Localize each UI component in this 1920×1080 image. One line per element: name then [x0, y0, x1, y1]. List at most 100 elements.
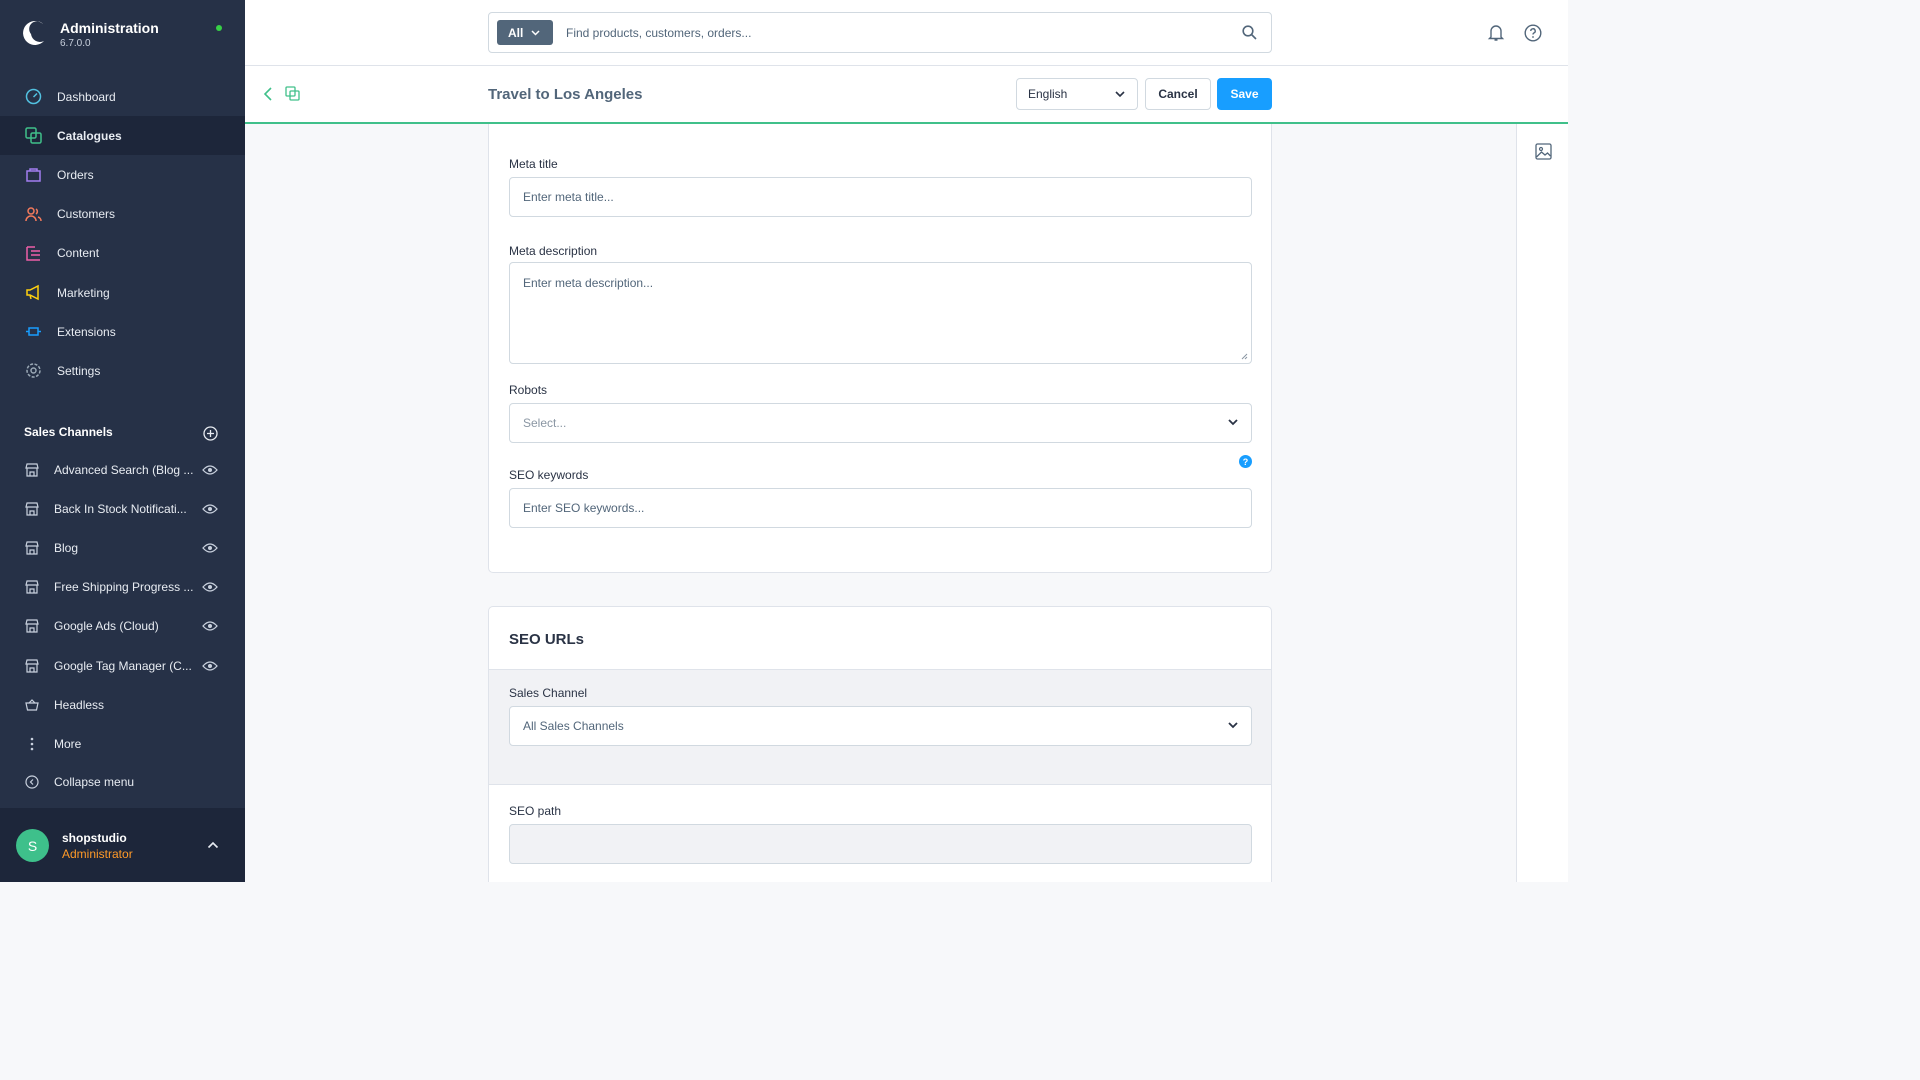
seo-path-label: SEO path	[509, 804, 562, 818]
collapse-icon	[24, 774, 39, 789]
nav-label: Catalogues	[57, 128, 122, 143]
robots-select[interactable]: Select...	[509, 403, 1252, 443]
smart-bar: Travel to Los Angeles English Cancel Sav…	[245, 66, 1568, 124]
meta-title-label: Meta title	[509, 157, 558, 171]
more-vertical-icon	[24, 736, 39, 751]
help-tooltip-icon[interactable]: ?	[1239, 455, 1252, 468]
back-arrow-icon[interactable]	[262, 86, 274, 102]
seo-card: Meta title Enter meta title... Meta desc…	[488, 124, 1272, 573]
collapse-label: Collapse menu	[54, 774, 135, 789]
search-icon[interactable]	[1242, 25, 1257, 40]
chevron-down-icon	[1228, 419, 1238, 426]
seo-urls-card: SEO URLs Sales Channel All Sales Channel…	[488, 606, 1272, 882]
sales-channel-item[interactable]: Free Shipping Progress ...	[0, 568, 245, 607]
image-icon[interactable]	[1535, 143, 1552, 160]
eye-icon[interactable]	[202, 503, 218, 515]
robots-placeholder: Select...	[523, 416, 567, 430]
nav-item-content[interactable]: Content	[0, 234, 245, 273]
sales-channel-label: Headless	[54, 697, 105, 712]
catalogue-icon	[24, 127, 42, 145]
help-icon[interactable]	[1524, 24, 1542, 42]
nav-item-marketing[interactable]: Marketing	[0, 273, 245, 312]
chevron-down-icon	[1228, 722, 1238, 729]
storefront-icon	[24, 580, 39, 595]
sales-channel-label: Advanced Search (Blog ...	[54, 462, 194, 477]
nav-label: Orders	[57, 167, 94, 182]
main-nav: Dashboard Catalogues Orders Customers Co…	[0, 77, 245, 391]
nav-item-orders[interactable]: Orders	[0, 155, 245, 194]
avatar: S	[16, 829, 49, 862]
add-sales-channel-icon[interactable]	[203, 426, 218, 441]
sales-channel-label: Free Shipping Progress ...	[54, 580, 194, 595]
language-switch[interactable]: English	[1016, 78, 1138, 110]
sales-channel-item[interactable]: Google Ads (Cloud)	[0, 607, 245, 646]
top-bar: All Find products, customers, orders...	[245, 0, 1568, 66]
chevron-down-icon	[1115, 91, 1125, 98]
eye-icon[interactable]	[202, 620, 218, 632]
sales-channel-item-headless[interactable]: Headless	[0, 685, 245, 724]
meta-description-input[interactable]: Enter meta description...	[509, 262, 1252, 364]
eye-icon[interactable]	[202, 542, 218, 554]
main-content[interactable]: Meta title Enter meta title... Meta desc…	[245, 124, 1516, 882]
global-search[interactable]: All Find products, customers, orders...	[488, 12, 1272, 53]
nav-item-customers[interactable]: Customers	[0, 195, 245, 234]
more-label: More	[54, 736, 82, 751]
save-button[interactable]: Save	[1217, 78, 1272, 110]
sales-channel-label: Back In Stock Notificati...	[54, 501, 187, 516]
shopware-logo-icon	[23, 20, 44, 45]
nav-item-catalogues[interactable]: Catalogues	[0, 116, 245, 156]
brand: Administration 6.7.0.0	[0, 0, 245, 68]
eye-icon[interactable]	[202, 581, 218, 593]
sales-channel-item[interactable]: Back In Stock Notificati...	[0, 489, 245, 528]
user-name: shopstudio	[62, 831, 127, 845]
nav-item-extensions[interactable]: Extensions	[0, 312, 245, 351]
sidebar-right	[1516, 124, 1568, 882]
marketing-icon	[24, 284, 42, 302]
sales-channel-item[interactable]: Google Tag Manager (C...	[0, 646, 245, 685]
nav-label: Customers	[57, 207, 116, 222]
search-input[interactable]: Find products, customers, orders...	[566, 26, 751, 40]
language-value: English	[1028, 87, 1068, 101]
search-type-label: All	[508, 25, 524, 40]
more-button[interactable]: More	[0, 724, 245, 763]
nav-label: Dashboard	[57, 89, 116, 104]
sales-channel-select[interactable]: All Sales Channels	[509, 706, 1252, 746]
nav-label: Content	[57, 246, 100, 261]
eye-icon[interactable]	[202, 464, 218, 476]
storefront-icon	[24, 540, 39, 555]
sales-channel-value: All Sales Channels	[523, 719, 624, 733]
seo-path-input[interactable]	[509, 824, 1252, 864]
nav-label: Extensions	[57, 324, 116, 339]
sales-channel-item[interactable]: Blog	[0, 528, 245, 567]
user-menu[interactable]: S shopstudio Administrator	[0, 808, 245, 882]
eye-icon[interactable]	[202, 660, 218, 672]
robots-label: Robots	[509, 383, 548, 397]
sales-channel-list: Advanced Search (Blog ... Back In Stock …	[0, 450, 245, 800]
nav-item-dashboard[interactable]: Dashboard	[0, 77, 245, 116]
collapse-menu-button[interactable]: Collapse menu	[0, 764, 245, 800]
search-type-dropdown[interactable]: All	[497, 20, 553, 45]
dashboard-icon	[24, 88, 42, 106]
resize-handle-icon[interactable]	[1241, 353, 1248, 360]
notification-bell-icon[interactable]	[1487, 24, 1505, 42]
meta-description-label: Meta description	[509, 244, 598, 258]
seo-keywords-input[interactable]: Enter SEO keywords...	[509, 488, 1252, 528]
content-icon	[24, 244, 42, 262]
app-version: 6.7.0.0	[60, 38, 91, 49]
nav-item-settings[interactable]: Settings	[0, 351, 245, 390]
basket-icon	[24, 697, 39, 712]
meta-description-placeholder: Enter meta description...	[523, 276, 654, 290]
customers-icon	[24, 205, 42, 223]
chevron-up-icon[interactable]	[207, 841, 219, 849]
sales-channel-item[interactable]: Advanced Search (Blog ...	[0, 450, 245, 489]
extensions-icon	[24, 323, 42, 341]
storefront-icon	[24, 501, 39, 516]
meta-title-input[interactable]: Enter meta title...	[509, 177, 1252, 217]
orders-icon	[24, 166, 42, 184]
chevron-down-icon	[531, 29, 540, 36]
duplicate-icon[interactable]	[285, 86, 300, 101]
seo-keywords-label: SEO keywords	[509, 468, 589, 482]
sales-channel-label: Google Ads (Cloud)	[54, 619, 159, 634]
cancel-button[interactable]: Cancel	[1145, 78, 1211, 110]
app-title: Administration	[60, 20, 159, 36]
